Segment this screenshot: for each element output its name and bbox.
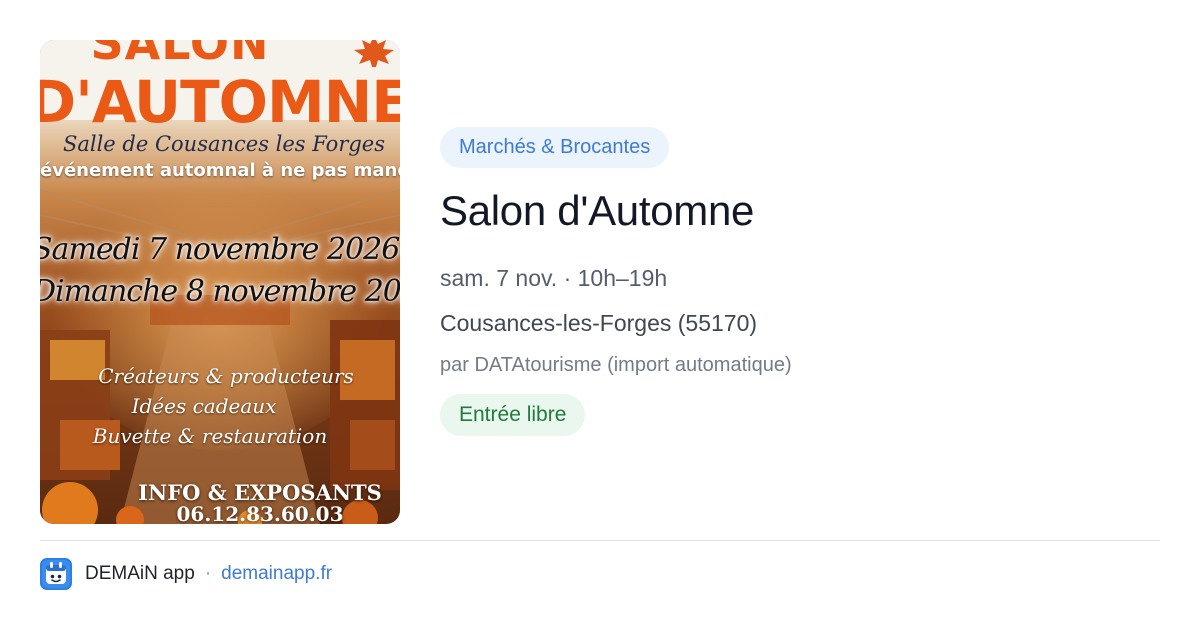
poster-feature: Créateurs & producteurs bbox=[98, 364, 354, 388]
event-datetime: sam. 7 nov. · 10h–19h bbox=[440, 265, 668, 291]
poster-title: D'AUTOMNE bbox=[40, 68, 400, 136]
poster-phone: 06.12.83.60.03 bbox=[176, 502, 344, 524]
event-title: Salon d'Automne bbox=[440, 187, 755, 234]
event-poster-image[interactable]: SALON D'AUTOMNE Salle de Cousances les F… bbox=[40, 40, 400, 524]
poster-tagline: événement automnal à ne pas manquer bbox=[40, 160, 400, 181]
event-share-card: SALON D'AUTOMNE Salle de Cousances les F… bbox=[0, 0, 1200, 630]
price-badge: Entrée libre bbox=[440, 394, 586, 436]
footer-divider bbox=[40, 540, 1160, 541]
poster-date-saturday: Samedi 7 novembre 2026 : 10 h bbox=[40, 232, 400, 267]
poster-date-sunday: Dimanche 8 novembre 2026 : 10 h bbox=[40, 274, 400, 309]
event-source: par DATAtourisme (import automatique) bbox=[440, 354, 792, 376]
app-name: DEMAiN app bbox=[85, 563, 195, 584]
category-badge[interactable]: Marchés & Brocantes bbox=[440, 127, 670, 168]
demain-app-icon bbox=[40, 558, 72, 590]
footer: DEMAiN app · demainapp.fr bbox=[40, 558, 332, 590]
poster-feature: Idées cadeaux bbox=[131, 394, 277, 418]
event-location: Cousances-les-Forges (55170) bbox=[440, 310, 758, 336]
poster-feature: Buvette & restauration bbox=[92, 424, 328, 448]
footer-separator: · bbox=[204, 563, 212, 584]
app-website-link[interactable]: demainapp.fr bbox=[221, 563, 332, 585]
poster-venue: Salle de Cousances les Forges bbox=[62, 132, 386, 156]
poster-salon-text: SALON bbox=[90, 40, 270, 70]
